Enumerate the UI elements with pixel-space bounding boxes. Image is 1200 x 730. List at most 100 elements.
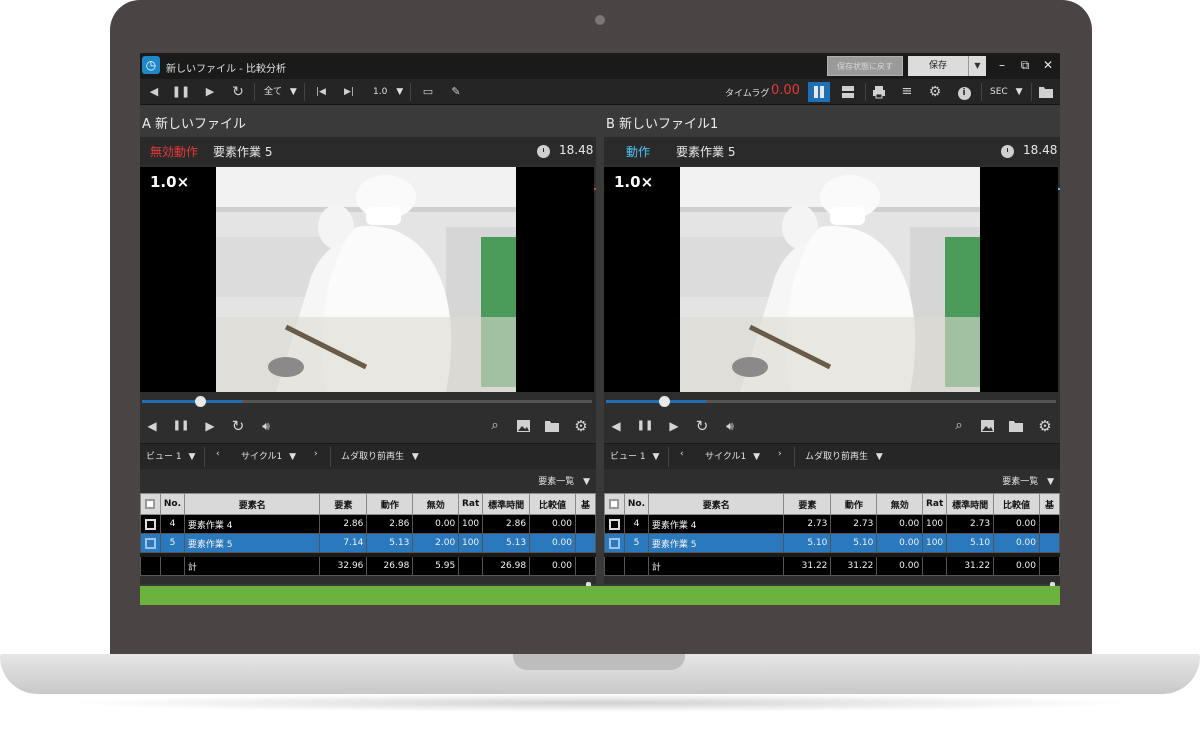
skip-end-icon[interactable]: ▶| [340, 82, 358, 102]
table-row[interactable]: 4 要素作業 4 2.86 2.86 0.00 100 2.86 0.00 [140, 514, 596, 534]
minimize-button[interactable]: – [992, 55, 1012, 75]
webcam [595, 15, 605, 25]
cycle-dropdown[interactable]: サイクル1 ▼ [241, 449, 296, 462]
element-list-dropdown[interactable]: 要素一覧 ▼ [538, 474, 590, 487]
column-header[interactable]: 無効 [412, 493, 460, 515]
row-checkbox[interactable] [140, 514, 161, 534]
chevron-down-icon: ▼ [875, 452, 883, 462]
pause-icon[interactable]: ❚❚ [635, 416, 655, 436]
play-icon[interactable]: ▶ [200, 82, 220, 102]
gear-icon[interactable]: ⚙ [1035, 416, 1055, 436]
skip-start-icon[interactable]: |◀ [312, 82, 330, 102]
replay-icon[interactable]: ↻ [692, 416, 712, 436]
seek-handle[interactable] [659, 396, 670, 407]
standard-time-cell: 2.86 [482, 514, 531, 534]
column-header[interactable]: No. [159, 493, 185, 515]
video-player[interactable]: 1.0× [140, 167, 594, 392]
prev-cycle-button[interactable]: ‹ [216, 449, 220, 459]
row-checkbox[interactable] [604, 514, 625, 534]
table-row-selected[interactable]: 5 要素作業 5 5.10 5.10 0.00 100 5.10 0.00 [604, 533, 1060, 553]
folder-icon[interactable] [1006, 416, 1026, 436]
folder-icon[interactable] [1036, 82, 1056, 102]
column-header[interactable]: Rat [458, 493, 484, 515]
invalid-time-cell: 0.00 [876, 533, 924, 553]
step-back-icon[interactable]: ◀ [144, 82, 164, 102]
volume-icon[interactable]: 🔊︎ [256, 416, 276, 436]
step-back-icon[interactable]: ◀ [142, 416, 162, 436]
column-header[interactable]: 基 [575, 493, 596, 515]
table-row[interactable]: 4 要素作業 4 2.73 2.73 0.00 100 2.73 0.00 [604, 514, 1060, 534]
next-cycle-button[interactable]: › [778, 449, 782, 459]
save-dropdown-button[interactable]: ▼ [968, 56, 986, 76]
edit-icon[interactable]: ✎ [446, 82, 466, 102]
replay-icon[interactable]: ↻ [228, 416, 248, 436]
select-all-checkbox[interactable] [604, 493, 625, 515]
pane-title: A 新しいファイル [140, 112, 596, 137]
step-back-icon[interactable]: ◀ [606, 416, 626, 436]
row-checkbox[interactable] [604, 533, 625, 553]
zoom-icon[interactable]: ⌕ [485, 416, 505, 436]
element-list-label: 要素一覧 [1002, 477, 1039, 487]
column-header[interactable]: 比較値 [993, 493, 1040, 515]
pause-icon[interactable]: ❚❚ [171, 82, 191, 102]
column-header[interactable]: Rat [922, 493, 948, 515]
element-list-dropdown[interactable]: 要素一覧 ▼ [1002, 474, 1054, 487]
column-header[interactable]: 無効 [876, 493, 924, 515]
zoom-icon[interactable]: ⌕ [949, 416, 969, 436]
column-header[interactable]: No. [623, 493, 649, 515]
replay-icon[interactable]: ↻ [228, 82, 248, 102]
invalid-time-cell: 2.00 [412, 533, 460, 553]
image-icon[interactable] [513, 416, 533, 436]
image-icon[interactable] [977, 416, 997, 436]
pane-divider[interactable] [596, 112, 604, 584]
unit-dropdown[interactable]: SEC ▼ [990, 82, 1022, 102]
seek-handle[interactable] [195, 396, 206, 407]
invalid-time-cell: 0.00 [876, 514, 924, 534]
view-dropdown[interactable]: ビュー 1 ▼ [146, 449, 195, 462]
cycle-dropdown[interactable]: サイクル1 ▼ [705, 449, 760, 462]
column-header[interactable]: 基 [1039, 493, 1060, 515]
side-by-side-layout-button[interactable] [808, 82, 830, 102]
row-checkbox[interactable] [140, 533, 161, 553]
video-player[interactable]: 1.0× [604, 167, 1058, 392]
info-icon[interactable]: i [954, 82, 974, 102]
gear-icon[interactable]: ⚙ [925, 82, 945, 102]
playback-mode-dropdown[interactable]: ムダ取り前再生 ▼ [341, 449, 419, 462]
total-element-cell: 32.96 [319, 556, 368, 576]
close-button[interactable]: ✕ [1038, 55, 1058, 75]
select-all-checkbox[interactable] [140, 493, 161, 515]
column-header[interactable]: 要素名 [183, 493, 321, 515]
range-dropdown[interactable]: 全て ▼ [264, 82, 297, 102]
column-header[interactable]: 比較値 [529, 493, 576, 515]
volume-icon[interactable]: 🔊︎ [720, 416, 740, 436]
playback-mode-dropdown[interactable]: ムダ取り前再生 ▼ [805, 449, 883, 462]
print-icon[interactable] [869, 82, 889, 102]
table-row-selected[interactable]: 5 要素作業 5 7.14 5.13 2.00 100 5.13 0.00 [140, 533, 596, 553]
speed-dropdown[interactable]: 1.0 ▼ [373, 82, 403, 102]
column-header[interactable]: 要素 [319, 493, 368, 515]
column-header[interactable]: 標準時間 [946, 493, 995, 515]
column-header[interactable]: 動作 [830, 493, 878, 515]
prev-cycle-button[interactable]: ‹ [680, 449, 684, 459]
revert-button[interactable]: 保存状態に戻す [827, 56, 903, 76]
column-header[interactable]: 要素名 [647, 493, 785, 515]
folder-icon[interactable] [542, 416, 562, 436]
play-icon[interactable]: ▶ [664, 416, 684, 436]
app-window: ◷ 新しいファイル - 比較分析 保存状態に戻す 保存 ▼ – ⧉ ✕ ◀ ❚❚… [140, 53, 1060, 605]
next-cycle-button[interactable]: › [314, 449, 318, 459]
pause-icon[interactable]: ❚❚ [171, 416, 191, 436]
pane-b: B 新しいファイル1 動作 要素作業 5 18.48 1.0× ◀ ❚❚ ▶ ↻… [604, 112, 1060, 598]
column-header[interactable]: 標準時間 [482, 493, 531, 515]
save-button[interactable]: 保存 [908, 56, 968, 76]
menu-icon[interactable]: ≡ [897, 82, 917, 102]
seek-bar[interactable] [604, 394, 1060, 408]
column-header[interactable]: 動作 [366, 493, 414, 515]
view-dropdown[interactable]: ビュー 1 ▼ [610, 449, 659, 462]
stacked-layout-button[interactable] [837, 82, 859, 102]
restore-button[interactable]: ⧉ [1015, 55, 1035, 75]
comment-icon[interactable]: ▭ [418, 82, 438, 102]
column-header[interactable]: 要素 [783, 493, 832, 515]
gear-icon[interactable]: ⚙ [571, 416, 591, 436]
seek-bar[interactable] [140, 394, 596, 408]
play-icon[interactable]: ▶ [200, 416, 220, 436]
